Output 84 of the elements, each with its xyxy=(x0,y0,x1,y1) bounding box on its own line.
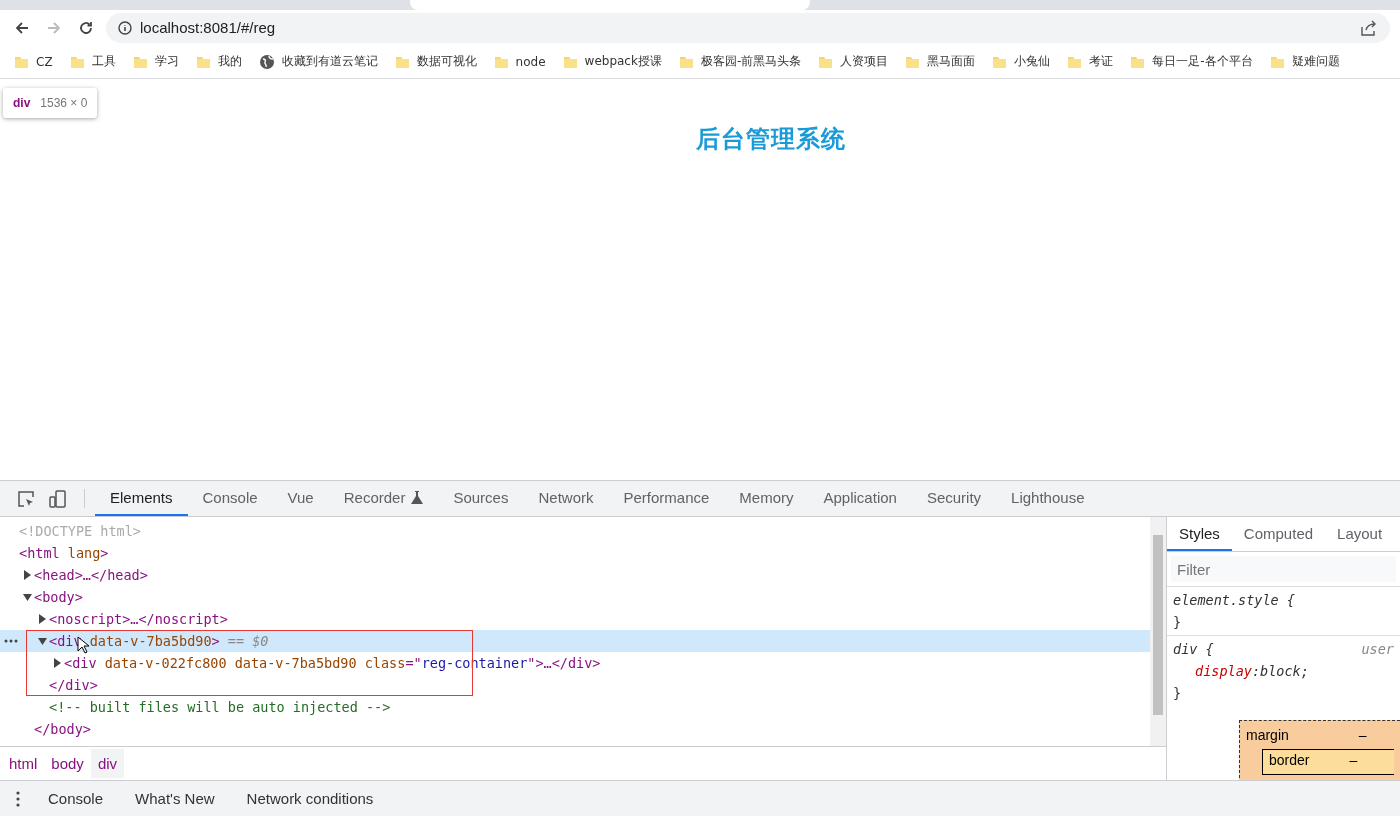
bookmark[interactable]: 考证 xyxy=(1067,53,1114,70)
styles-tab[interactable]: Computed xyxy=(1231,517,1326,551)
dom-line[interactable]: </body> xyxy=(0,718,1150,740)
drawer-tab[interactable]: What's New xyxy=(123,790,227,807)
devtools-tab[interactable]: Performance xyxy=(608,481,725,516)
folder-icon xyxy=(1067,54,1083,69)
devtools-tab[interactable]: Vue xyxy=(272,481,329,516)
share-icon[interactable] xyxy=(1360,19,1378,36)
border-label: border xyxy=(1269,752,1310,770)
inspect-icon[interactable] xyxy=(16,488,36,509)
address-bar[interactable]: localhost:8081/#/reg xyxy=(106,12,1390,43)
dom-line[interactable]: <noscript>…</noscript> xyxy=(0,608,1150,630)
dom-line[interactable]: <head>…</head> xyxy=(0,564,1150,586)
bookmark[interactable]: 小兔仙 xyxy=(992,53,1051,70)
page-title: 后台管理系统 xyxy=(696,124,846,155)
expanded-triangle-icon[interactable] xyxy=(37,635,49,647)
dom-line[interactable]: </div> xyxy=(0,674,1150,696)
devtools-tab[interactable]: Recorder xyxy=(328,481,439,516)
devtools-tab[interactable]: Security xyxy=(911,481,997,516)
breadcrumb[interactable]: div xyxy=(90,749,125,778)
margin-label: margin xyxy=(1246,727,1289,743)
breadcrumb[interactable]: html xyxy=(2,749,45,778)
dom-line[interactable]: <body> xyxy=(0,586,1150,608)
devtools-tab[interactable]: Console xyxy=(187,481,273,516)
element-tooltip: div 1536 × 0 xyxy=(3,88,98,118)
folder-icon xyxy=(818,54,834,69)
bookmark[interactable]: node xyxy=(493,54,546,69)
bookmark[interactable]: 疑难问题 xyxy=(1269,53,1340,70)
devtools-tab[interactable]: Sources xyxy=(438,481,524,516)
closing-brace: } xyxy=(1173,613,1183,632)
devtools-tab[interactable]: Elements xyxy=(95,481,188,516)
forward-arrow-icon xyxy=(46,19,62,36)
closing-brace: } xyxy=(1173,684,1183,703)
folder-icon xyxy=(14,54,29,69)
devtools-tab[interactable]: Network xyxy=(523,481,609,516)
folder-icon xyxy=(69,54,85,69)
expanded-triangle-icon[interactable] xyxy=(22,591,34,603)
bookmark[interactable]: 极客园-前黑马头条 xyxy=(678,53,802,70)
bookmark[interactable]: 学习 xyxy=(132,53,179,70)
breadcrumb[interactable]: body xyxy=(44,749,91,778)
back-arrow-icon xyxy=(14,19,30,36)
css-selector: div { xyxy=(1173,640,1214,659)
folder-icon xyxy=(562,54,578,69)
folder-icon xyxy=(1269,54,1285,69)
border-value: – xyxy=(1349,752,1358,770)
folder-icon xyxy=(1130,54,1146,69)
bookmark[interactable]: CZ xyxy=(14,54,53,69)
folder-icon xyxy=(394,54,410,69)
bookmark[interactable]: 我的 xyxy=(195,53,242,70)
info-icon[interactable] xyxy=(118,20,132,35)
bookmark[interactable]: 收藏到有道云笔记 xyxy=(258,53,378,70)
dom-line[interactable]: <html lang> xyxy=(0,542,1150,564)
bookmark[interactable]: 人资项目 xyxy=(818,53,889,70)
styles-tab[interactable]: Layout xyxy=(1325,517,1395,551)
folder-icon xyxy=(678,54,694,69)
margin-value: – xyxy=(1358,727,1367,743)
more-icon[interactable] xyxy=(4,639,18,643)
scrollbar[interactable] xyxy=(1150,517,1166,746)
folder-icon xyxy=(992,54,1008,69)
more-menu-icon[interactable] xyxy=(16,790,20,807)
device-icon[interactable] xyxy=(48,488,68,509)
bookmark[interactable]: 黑马面面 xyxy=(905,53,976,70)
flask-icon xyxy=(411,491,424,504)
rule-source: user xyxy=(1361,640,1394,659)
devtools-tab[interactable]: Application xyxy=(808,481,912,516)
globe-icon xyxy=(258,53,275,70)
folder-icon xyxy=(195,54,211,69)
drawer-tab[interactable]: Console xyxy=(36,790,116,807)
devtools-tab[interactable]: Memory xyxy=(724,481,809,516)
bookmark[interactable]: 工具 xyxy=(69,53,116,70)
folder-icon xyxy=(493,54,509,69)
bookmark[interactable]: 数据可视化 xyxy=(394,53,477,70)
css-declaration: display:block; xyxy=(1194,662,1310,681)
bookmark[interactable]: 每日一足-各个平台 xyxy=(1130,53,1253,70)
styles-tab[interactable]: Styles xyxy=(1167,517,1232,551)
devtools-tab[interactable]: Lighthouse xyxy=(996,481,1100,516)
filter-field[interactable]: Filter xyxy=(1171,556,1396,582)
folder-icon xyxy=(132,54,148,69)
bookmark[interactable]: webpack授课 xyxy=(562,53,662,70)
drawer-tab[interactable]: Network conditions xyxy=(234,790,386,807)
reload-icon xyxy=(78,19,94,36)
dom-line[interactable]: <!-- built files will be auto injected --> xyxy=(0,696,1150,718)
folder-icon xyxy=(905,54,921,69)
css-selector: element.style { xyxy=(1173,591,1295,610)
